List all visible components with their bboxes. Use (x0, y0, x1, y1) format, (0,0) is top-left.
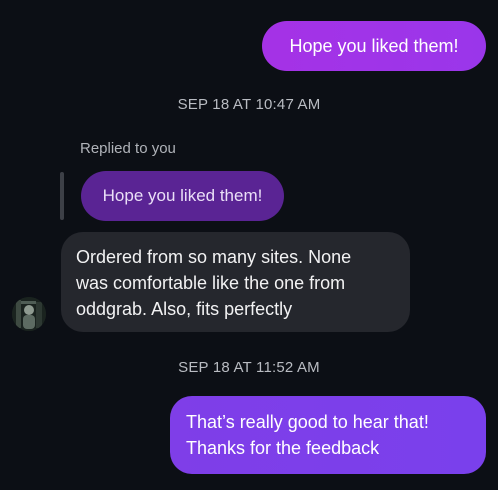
replied-to-you-label: Replied to you (80, 140, 176, 157)
sent-message-bubble[interactable]: Hope you liked them! (262, 21, 486, 71)
sent-message-line: That’s really good to hear that! (186, 412, 429, 432)
received-message-line: Ordered from so many sites. None (76, 247, 352, 267)
sent-message-line: Thanks for the feedback (186, 438, 380, 458)
sent-message-bubble[interactable]: That’s really good to hear that! Thanks … (170, 396, 486, 474)
quoted-reply-text: Hope you liked them! (102, 186, 263, 205)
sent-message-text: Hope you liked them! (289, 36, 459, 56)
sender-avatar[interactable] (12, 297, 46, 331)
quoted-reply-bubble[interactable]: Hope you liked them! (81, 171, 284, 221)
avatar-photo-icon (12, 297, 46, 331)
reply-indicator-bar (60, 172, 64, 220)
message-timestamp: SEP 18 AT 10:47 AM (177, 96, 321, 113)
received-message-line: oddgrab. Also, fits perfectly (76, 299, 293, 319)
received-message-bubble[interactable]: Ordered from so many sites. None was com… (61, 232, 410, 332)
message-timestamp: SEP 18 AT 11:52 AM (178, 359, 320, 376)
received-message-line: was comfortable like the one from (76, 273, 346, 293)
